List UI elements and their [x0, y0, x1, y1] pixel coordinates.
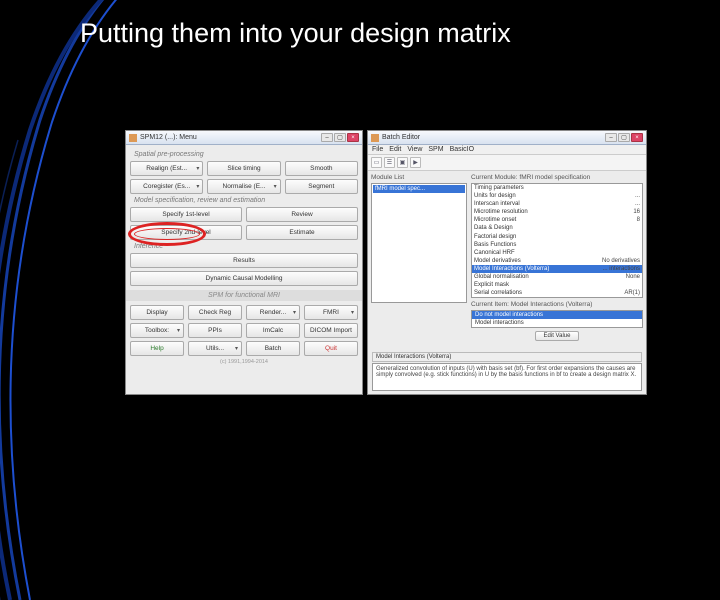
- maximize-icon[interactable]: ▢: [334, 133, 346, 142]
- tree-row[interactable]: Model derivativesNo derivatives: [472, 257, 642, 265]
- open-icon[interactable]: ☰: [384, 157, 395, 168]
- menu-spm[interactable]: SPM: [428, 146, 443, 153]
- results-button[interactable]: Results: [130, 253, 358, 268]
- tree-row[interactable]: Timing parameters: [472, 184, 642, 192]
- fmri-button[interactable]: FMRI: [304, 305, 358, 320]
- minimize-icon[interactable]: –: [605, 133, 617, 142]
- tree-row[interactable]: Model Interactions (Volterra)... interac…: [472, 265, 642, 273]
- new-icon[interactable]: ▭: [371, 157, 382, 168]
- module-list[interactable]: fMRI model spec...: [371, 183, 467, 303]
- info-panel-label: Model Interactions (Volterra): [372, 352, 642, 362]
- batch-titlebar: Batch Editor – ▢ ×: [368, 131, 646, 145]
- utils-button[interactable]: Utils...: [188, 341, 242, 356]
- tree-row[interactable]: Units for design...: [472, 192, 642, 200]
- coregister-button[interactable]: Coregister (Es...: [130, 179, 203, 194]
- tree-row[interactable]: Microtime resolution16: [472, 208, 642, 216]
- minimize-icon[interactable]: –: [321, 133, 333, 142]
- specify-1st-level-button[interactable]: Specify 1st-level: [130, 207, 242, 222]
- imcalc-button[interactable]: ImCalc: [246, 323, 300, 338]
- value-options-list[interactable]: Do not model interactionsModel interacti…: [471, 310, 643, 328]
- specify-2nd-level-button[interactable]: Specify 2nd-level: [130, 225, 242, 240]
- tree-row[interactable]: Serial correlationsAR(1): [472, 289, 642, 297]
- ppis-button[interactable]: PPIs: [188, 323, 242, 338]
- current-item-label: Current Item: Model Interactions (Volter…: [471, 301, 643, 308]
- section-inference: Inference: [134, 243, 358, 250]
- batch-button[interactable]: Batch: [246, 341, 300, 356]
- render-button[interactable]: Render...: [246, 305, 300, 320]
- spm-footer-bar: SPM for functional MRI: [126, 290, 362, 301]
- estimate-button[interactable]: Estimate: [246, 225, 358, 240]
- option-row[interactable]: Model interactions: [472, 319, 642, 327]
- current-module-label: Current Module: fMRI model specification: [471, 174, 643, 181]
- smooth-button[interactable]: Smooth: [285, 161, 358, 176]
- toolbox-button[interactable]: Toolbox:: [130, 323, 184, 338]
- info-panel-text: Generalized convolution of inputs (U) wi…: [372, 363, 642, 391]
- batch-window-title: Batch Editor: [382, 134, 420, 141]
- module-list-label: Module List: [371, 174, 467, 181]
- screenshot-area: SPM12 (...): Menu – ▢ × Spatial pre-proc…: [125, 130, 647, 395]
- edit-value-button[interactable]: Edit Value: [535, 331, 580, 341]
- review-button[interactable]: Review: [246, 207, 358, 222]
- menu-view[interactable]: View: [407, 146, 422, 153]
- display-button[interactable]: Display: [130, 305, 184, 320]
- tree-row[interactable]: Basis Functions: [472, 241, 642, 249]
- spm-titlebar: SPM12 (...): Menu – ▢ ×: [126, 131, 362, 145]
- close-icon[interactable]: ×: [347, 133, 359, 142]
- copyright-text: (c) 1991,1994-2014: [130, 359, 358, 365]
- tree-row[interactable]: Interscan interval...: [472, 200, 642, 208]
- module-item[interactable]: fMRI model spec...: [373, 185, 465, 193]
- maximize-icon[interactable]: ▢: [618, 133, 630, 142]
- section-spatial: Spatial pre-processing: [134, 151, 358, 158]
- quit-button[interactable]: Quit: [304, 341, 358, 356]
- tree-row[interactable]: Canonical HRF: [472, 249, 642, 257]
- menu-basicio[interactable]: BasicIO: [450, 146, 475, 153]
- tree-row[interactable]: Microtime onset8: [472, 216, 642, 224]
- menu-edit[interactable]: Edit: [389, 146, 401, 153]
- batch-toolbar: ▭ ☰ ▣ ▶: [368, 155, 646, 171]
- tree-row[interactable]: Global normalisationNone: [472, 273, 642, 281]
- tree-row[interactable]: Explicit mask: [472, 281, 642, 289]
- tree-row[interactable]: Factorial design: [472, 233, 642, 241]
- app-icon: [371, 134, 379, 142]
- menu-file[interactable]: File: [372, 146, 383, 153]
- parameter-tree[interactable]: Timing parameters Units for design... In…: [471, 183, 643, 298]
- help-button[interactable]: Help: [130, 341, 184, 356]
- dicom-button[interactable]: DICOM Import: [304, 323, 358, 338]
- close-icon[interactable]: ×: [631, 133, 643, 142]
- tree-row[interactable]: Data & Design: [472, 224, 642, 232]
- slide-title: Putting them into your design matrix: [80, 18, 511, 49]
- realign-button[interactable]: Realign (Est...: [130, 161, 203, 176]
- batch-menubar: File Edit View SPM BasicIO: [368, 145, 646, 155]
- option-row[interactable]: Do not model interactions: [472, 311, 642, 319]
- segment-button[interactable]: Segment: [285, 179, 358, 194]
- batch-editor-window: Batch Editor – ▢ × File Edit View SPM Ba…: [367, 130, 647, 395]
- section-model: Model specification, review and estimati…: [134, 197, 358, 204]
- run-icon[interactable]: ▶: [410, 157, 421, 168]
- dcm-button[interactable]: Dynamic Causal Modelling: [130, 271, 358, 286]
- save-icon[interactable]: ▣: [397, 157, 408, 168]
- spm-window-title: SPM12 (...): Menu: [140, 134, 197, 141]
- normalise-button[interactable]: Normalise (E...: [207, 179, 280, 194]
- app-icon: [129, 134, 137, 142]
- spm-menu-window: SPM12 (...): Menu – ▢ × Spatial pre-proc…: [125, 130, 363, 395]
- checkreg-button[interactable]: Check Reg: [188, 305, 242, 320]
- slice-timing-button[interactable]: Slice timing: [207, 161, 280, 176]
